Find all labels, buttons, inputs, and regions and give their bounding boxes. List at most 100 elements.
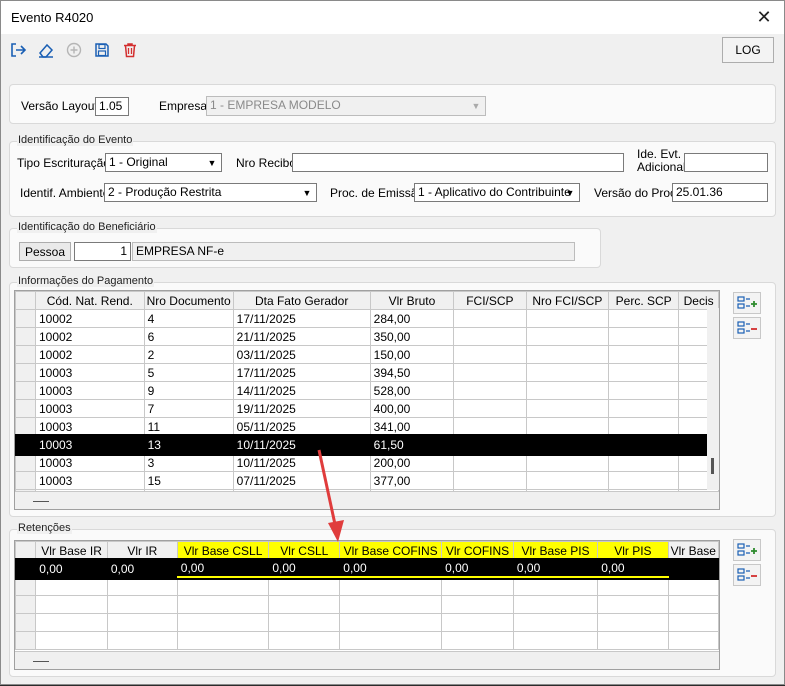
add-row-button[interactable] — [733, 292, 761, 314]
table-cell[interactable]: 14/11/2025 — [232, 381, 371, 400]
table-cell[interactable] — [106, 595, 178, 614]
table-cell[interactable] — [339, 595, 443, 614]
table-cell[interactable] — [512, 595, 599, 614]
table-row[interactable] — [15, 577, 719, 596]
column-header[interactable]: Vlr Base CSLL — [176, 541, 270, 560]
table-cell[interactable]: 200,00 — [369, 453, 455, 472]
table-cell[interactable] — [268, 595, 341, 614]
table-cell[interactable] — [453, 435, 527, 454]
pagamento-scrollbar[interactable] — [707, 308, 719, 490]
table-row[interactable]: 10003 5 17/11/2025 394,50 — [15, 363, 719, 382]
row-indicator[interactable] — [15, 309, 36, 328]
table-cell[interactable]: 5 — [143, 363, 234, 382]
table-cell[interactable]: 0,00 — [35, 559, 108, 578]
table-cell[interactable] — [453, 471, 527, 490]
table-cell[interactable]: 10003 — [34, 381, 145, 400]
remove-row-button[interactable] — [733, 317, 761, 339]
table-row[interactable]: 10003 7 19/11/2025 400,00 — [15, 399, 719, 418]
table-cell[interactable] — [525, 399, 610, 418]
table-cell[interactable] — [608, 417, 680, 436]
versao-layout-field[interactable]: 1.05 — [95, 97, 129, 116]
table-cell[interactable]: 61,50 — [369, 435, 455, 454]
table-cell[interactable] — [525, 327, 610, 346]
table-row[interactable]: 0,00 0,00 0,00 0,00 0,00 0,00 0,00 0,00 — [15, 557, 719, 580]
table-cell[interactable]: 0,00 — [106, 559, 178, 578]
close-icon[interactable]: ✕ — [744, 1, 784, 34]
table-cell[interactable] — [35, 613, 108, 632]
table-cell[interactable] — [608, 399, 680, 418]
table-cell[interactable]: 0,00 — [512, 559, 599, 579]
clear-button[interactable] — [33, 37, 59, 63]
table-cell[interactable] — [597, 595, 669, 614]
ambiente-select[interactable]: 2 - Produção Restrita ▼ — [104, 183, 317, 202]
column-header[interactable]: Vlr Base COFINS — [339, 541, 443, 560]
scrollbar-thumb[interactable] — [711, 458, 714, 474]
table-cell[interactable]: 10002 — [34, 345, 145, 364]
row-indicator[interactable] — [15, 327, 36, 346]
table-cell[interactable] — [106, 613, 178, 632]
table-cell[interactable]: 10002 — [34, 309, 145, 328]
row-indicator[interactable] — [15, 453, 36, 472]
table-cell[interactable] — [667, 595, 719, 614]
table-cell[interactable] — [268, 577, 341, 596]
table-cell[interactable]: 0,00 — [339, 559, 443, 579]
retencoes-grid[interactable]: Vlr Base IR Vlr IR Vlr Base CSLL Vlr CSLL Vl… — [14, 540, 720, 670]
log-button[interactable]: LOG — [722, 37, 774, 63]
table-cell[interactable] — [106, 631, 178, 650]
row-indicator[interactable] — [15, 363, 36, 382]
row-indicator[interactable] — [15, 559, 37, 578]
table-cell[interactable] — [35, 577, 108, 596]
row-indicator[interactable] — [15, 577, 37, 596]
table-cell[interactable] — [35, 595, 108, 614]
table-row[interactable]: 10003 15 07/11/2025 377,00 — [15, 471, 719, 490]
row-indicator[interactable] — [15, 613, 37, 632]
column-header[interactable]: Cód. Nat. Rend. — [34, 291, 145, 310]
table-cell[interactable]: 7 — [143, 399, 234, 418]
table-cell[interactable]: 350,00 — [369, 327, 455, 346]
table-cell[interactable] — [608, 381, 680, 400]
column-header[interactable]: Vlr IR — [106, 541, 178, 560]
table-cell[interactable]: 0,00 — [441, 559, 514, 579]
table-cell[interactable] — [453, 417, 527, 436]
table-cell[interactable]: 10/11/2025 — [232, 453, 371, 472]
table-cell[interactable]: 0,00 — [268, 559, 341, 579]
delete-button[interactable] — [117, 37, 143, 63]
table-cell[interactable] — [106, 577, 178, 596]
column-header[interactable]: Vlr Base IR — [35, 541, 108, 560]
row-indicator[interactable] — [15, 381, 36, 400]
table-cell[interactable] — [608, 327, 680, 346]
table-cell[interactable] — [608, 363, 680, 382]
row-indicator[interactable] — [15, 595, 37, 614]
table-row[interactable]: 10002 4 17/11/2025 284,00 — [15, 309, 719, 328]
table-cell[interactable]: 377,00 — [369, 471, 455, 490]
nro-recibo-field[interactable] — [292, 153, 624, 172]
table-cell[interactable]: 528,00 — [369, 381, 455, 400]
table-cell[interactable]: 03/11/2025 — [232, 345, 371, 364]
table-cell[interactable]: 0,00 — [176, 559, 270, 579]
table-cell[interactable] — [608, 435, 680, 454]
table-cell[interactable] — [512, 613, 599, 632]
table-row[interactable]: 10003 13 10/11/2025 61,50 — [15, 433, 719, 456]
table-cell[interactable]: 400,00 — [369, 399, 455, 418]
table-cell[interactable] — [597, 577, 669, 596]
table-cell[interactable] — [339, 631, 443, 650]
table-cell[interactable]: 6 — [143, 327, 234, 346]
add-retencao-button[interactable] — [733, 539, 761, 561]
column-header[interactable]: FCI/SCP — [453, 291, 527, 310]
table-cell[interactable]: 10002 — [34, 327, 145, 346]
table-cell[interactable]: 15 — [143, 471, 234, 490]
table-cell[interactable] — [525, 453, 610, 472]
table-cell[interactable] — [441, 595, 514, 614]
table-cell[interactable] — [453, 345, 527, 364]
table-cell[interactable]: 341,00 — [369, 417, 455, 436]
table-cell[interactable] — [597, 631, 669, 650]
table-cell[interactable] — [525, 471, 610, 490]
column-header[interactable]: Nro FCI/SCP — [525, 291, 610, 310]
table-cell[interactable] — [339, 577, 443, 596]
table-cell[interactable]: 10003 — [34, 399, 145, 418]
row-indicator[interactable] — [15, 471, 36, 490]
table-cell[interactable] — [268, 631, 341, 650]
table-cell[interactable]: 0,00 — [597, 559, 669, 579]
column-header[interactable]: Perc. SCP — [608, 291, 680, 310]
ide-evt-field[interactable] — [684, 153, 768, 172]
